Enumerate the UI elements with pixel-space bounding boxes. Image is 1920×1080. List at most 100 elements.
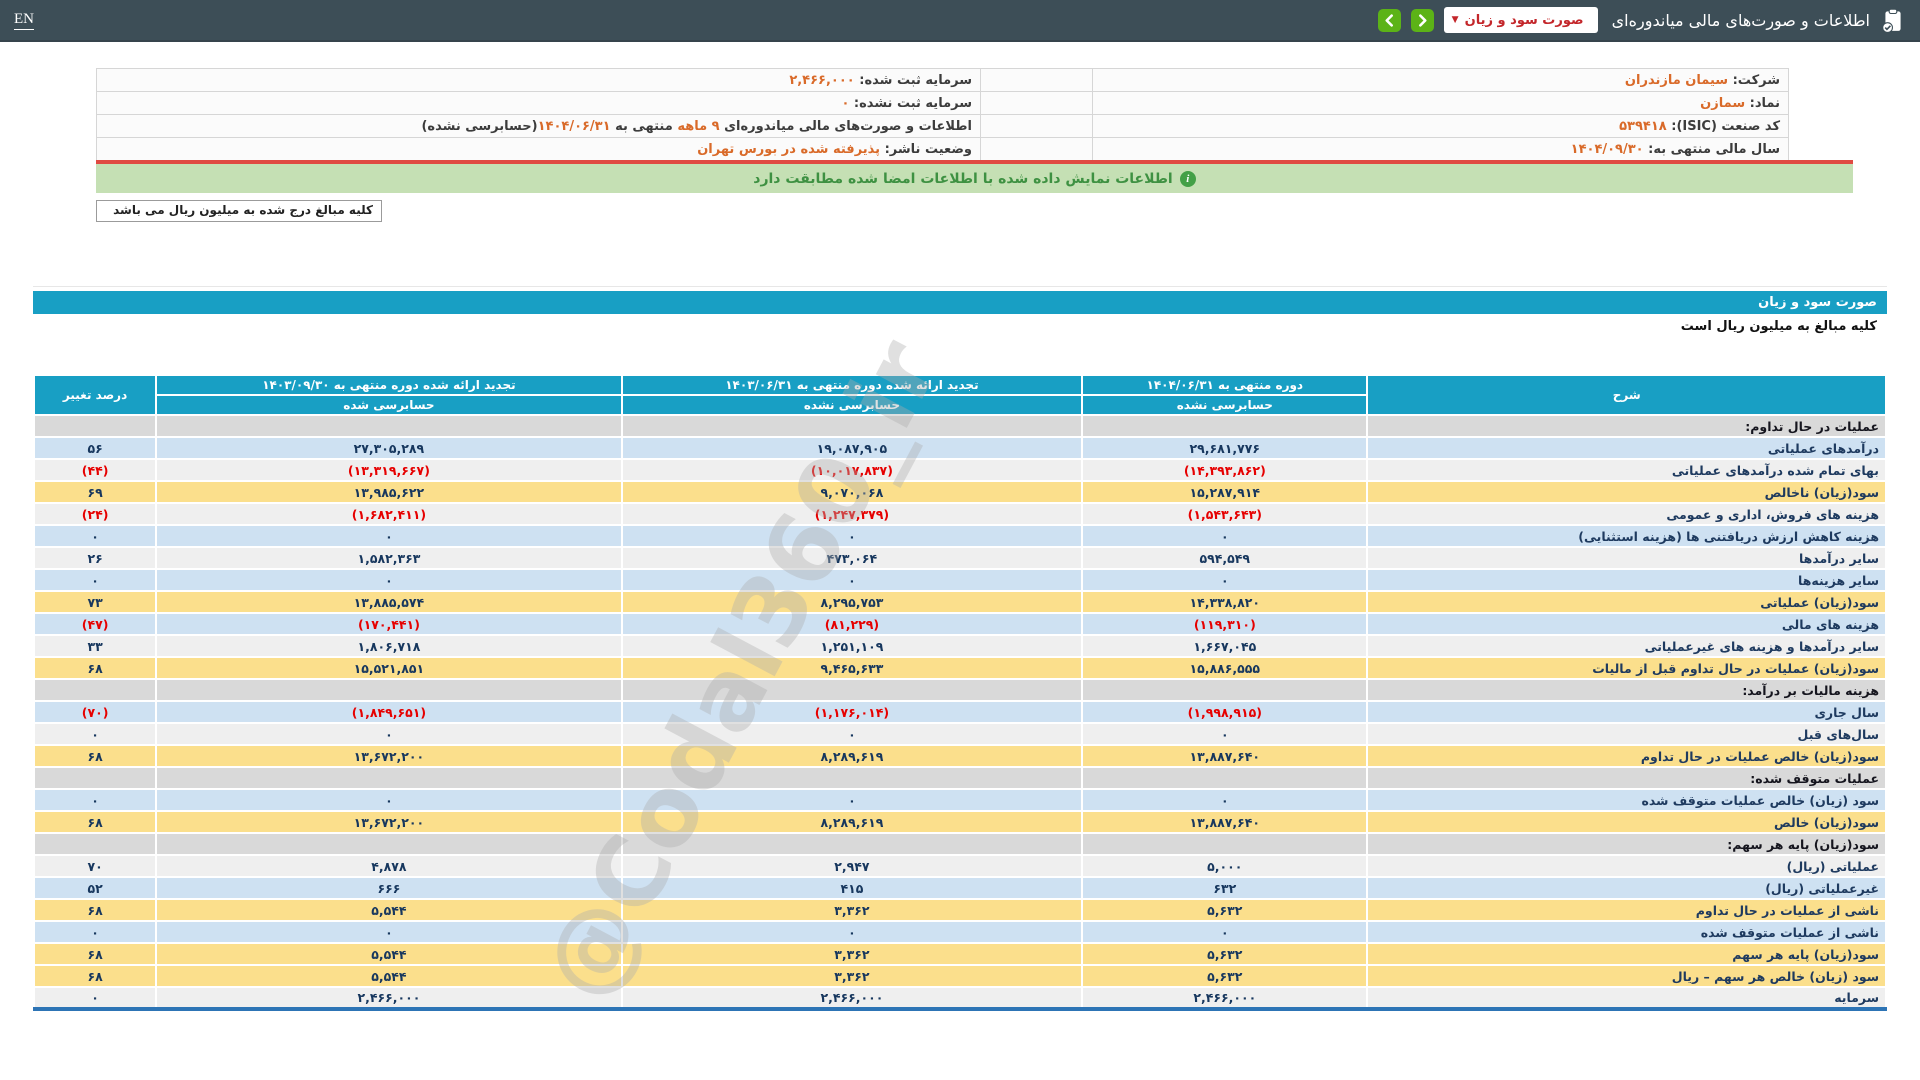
row-value: ۴۷۳,۰۶۴ bbox=[620, 546, 1084, 570]
table-row: غیرعملیاتی (ریال) ۶۳۲ ۴۱۵ ۶۶۶ ۵۲ bbox=[32, 876, 1887, 900]
row-value: ۰ bbox=[1081, 788, 1369, 812]
page: اطلاعات و صورت‌های مالی میاندوره‌ای صورت… bbox=[0, 0, 1920, 1080]
info-value: سیمان مازندران bbox=[1624, 72, 1729, 88]
row-value: ۶۸ bbox=[32, 744, 158, 768]
info-label: سرمایه ثبت نشده: bbox=[849, 95, 972, 111]
row-value: ۰ bbox=[620, 788, 1084, 812]
section-row: عملیات در حال تداوم: bbox=[32, 414, 1887, 438]
table-row: سود(زیان) خالص ۱۳,۸۸۷,۶۴۰ ۸,۲۸۹,۶۱۹ ۱۳,۶۷۲,… bbox=[32, 810, 1887, 834]
row-value: (۱,۱۷۶,۰۱۴) bbox=[620, 700, 1084, 724]
chevron-down-icon: ▼ bbox=[1451, 15, 1459, 25]
row-value: ۸,۲۹۵,۷۵۳ bbox=[620, 590, 1084, 614]
row-value: ۴۱۵ bbox=[620, 876, 1084, 900]
row-value bbox=[620, 414, 1084, 438]
row-value: ۲۶ bbox=[32, 546, 158, 570]
table-row: سود(زیان) پایه هر سهم ۵,۶۳۲ ۳,۳۶۲ ۵,۵۴۴ ۶۸ bbox=[32, 942, 1887, 966]
row-value: ۶۸ bbox=[32, 964, 158, 988]
company-info-body: شرکت: سیمان مازندران سرمایه ثبت شده: ۲,۴۶… bbox=[96, 68, 1789, 161]
row-value bbox=[155, 766, 623, 790]
row-label: بهای تمام شده درآمدهای عملیاتی bbox=[1366, 458, 1887, 482]
row-value: ۵۹۴,۵۴۹ bbox=[1081, 546, 1369, 570]
company-info-row: نماد: سمازن سرمایه ثبت نشده: ۰ bbox=[96, 91, 1789, 115]
row-value: ۳,۳۶۲ bbox=[620, 898, 1084, 922]
table-row: هزینه های مالی (۱۱۹,۳۱۰) (۸۱,۲۲۹) (۱۷۰,۴۴۱)… bbox=[32, 612, 1887, 636]
company-info-spacer bbox=[980, 137, 1093, 161]
row-value: ۵۶ bbox=[32, 436, 158, 460]
row-value: ۰ bbox=[620, 722, 1084, 746]
row-value: ۱,۲۵۱,۱۰۹ bbox=[620, 634, 1084, 658]
row-value: ۱,۸۰۶,۷۱۸ bbox=[155, 634, 623, 658]
row-label: درآمدهای عملیاتی bbox=[1366, 436, 1887, 460]
company-info-cell: شرکت: سیمان مازندران bbox=[1092, 68, 1789, 92]
company-info-cell: سال مالی منتهی به: ۱۴۰۴/۰۹/۳۰ bbox=[1092, 137, 1789, 161]
row-value: ۰ bbox=[155, 788, 623, 812]
row-value: ۶۸ bbox=[32, 656, 158, 680]
row-label: سود(زیان) خالص عملیات در حال تداوم bbox=[1366, 744, 1887, 768]
row-value: ۲,۴۶۶,۰۰۰ bbox=[620, 986, 1084, 1010]
info-value: ۱۴۰۴/۰۶/۳۱ bbox=[537, 118, 611, 134]
info-label: منتهی به bbox=[610, 118, 678, 134]
language-toggle-en[interactable]: EN bbox=[14, 11, 34, 30]
row-value: ۶۹ bbox=[32, 480, 158, 504]
row-value: ۰ bbox=[32, 524, 158, 548]
row-value: ۱۵,۲۸۷,۹۱۴ bbox=[1081, 480, 1369, 504]
info-value: ۱۴۰۴/۰۹/۳۰ bbox=[1570, 141, 1644, 157]
row-label: سال جاری bbox=[1366, 700, 1887, 724]
row-value: (۱,۸۴۹,۶۵۱) bbox=[155, 700, 623, 724]
prev-statement-button[interactable] bbox=[1377, 8, 1401, 32]
col-header-current-period: دوره منتهی به ۱۴۰۴/۰۶/۳۱ bbox=[1081, 374, 1369, 396]
row-label: سود(زیان) پایه هر سهم bbox=[1366, 942, 1887, 966]
table-row: سود(زیان) عملیات در حال تداوم قبل از مال… bbox=[32, 656, 1887, 680]
info-label: شرکت: bbox=[1728, 72, 1780, 88]
table-row: هزینه های فروش، اداری و عمومی (۱,۵۴۳,۶۴۳)… bbox=[32, 502, 1887, 526]
row-value: ۵,۵۴۴ bbox=[155, 942, 623, 966]
row-value: ۲,۹۴۷ bbox=[620, 854, 1084, 878]
table-row: سود (زیان) خالص عملیات متوقف شده ۰ ۰ ۰ ۰ bbox=[32, 788, 1887, 812]
info-value: ۲,۴۶۶,۰۰۰ bbox=[789, 72, 855, 88]
table-row: سایر درآمدها و هزینه های غیرعملیاتی ۱,۶۶۷… bbox=[32, 634, 1887, 658]
info-label: وضعیت ناشر: bbox=[880, 141, 972, 157]
row-value: ۸,۲۸۹,۶۱۹ bbox=[620, 810, 1084, 834]
row-value bbox=[1081, 678, 1369, 702]
row-label: سال‌های قبل bbox=[1366, 722, 1887, 746]
row-value: ۱۳,۶۷۲,۲۰۰ bbox=[155, 744, 623, 768]
row-value: ۱۳,۸۸۷,۶۴۰ bbox=[1081, 810, 1369, 834]
row-value bbox=[32, 832, 158, 856]
row-value: ۶۸ bbox=[32, 942, 158, 966]
row-value: ۳,۳۶۲ bbox=[620, 964, 1084, 988]
row-label: سود(زیان) پایه هر سهم: bbox=[1366, 832, 1887, 856]
row-label: هزینه کاهش ارزش دریافتنی ها (هزینه استثن… bbox=[1366, 524, 1887, 548]
row-value: ۵,۵۴۴ bbox=[155, 964, 623, 988]
row-label: سایر درآمدها و هزینه های غیرعملیاتی bbox=[1366, 634, 1887, 658]
row-value: ۳۳ bbox=[32, 634, 158, 658]
section-row: هزینه مالیات بر درآمد: bbox=[32, 678, 1887, 702]
row-value: ۲,۴۶۶,۰۰۰ bbox=[155, 986, 623, 1010]
info-label: سال مالی منتهی به: bbox=[1643, 141, 1780, 157]
row-value: (۴۷) bbox=[32, 612, 158, 636]
row-value: ۱۳,۸۸۷,۶۴۰ bbox=[1081, 744, 1369, 768]
company-info-spacer bbox=[980, 91, 1093, 115]
row-label: سود (زیان) خالص عملیات متوقف شده bbox=[1366, 788, 1887, 812]
statement-title-bar: صورت سود و زیان bbox=[33, 291, 1887, 314]
statement-table-header: شرح دوره منتهی به ۱۴۰۴/۰۶/۳۱ تجدید ارائه… bbox=[32, 374, 1887, 416]
table-row: عملیاتی (ریال) ۵,۰۰۰ ۲,۹۴۷ ۴,۸۷۸ ۷۰ bbox=[32, 854, 1887, 878]
company-info-spacer bbox=[980, 114, 1093, 138]
next-statement-button[interactable] bbox=[1410, 8, 1434, 32]
row-value: ۹,۴۶۵,۶۳۳ bbox=[620, 656, 1084, 680]
row-value: (۸۱,۲۲۹) bbox=[620, 612, 1084, 636]
statement-table-body: عملیات در حال تداوم: درآمدهای عملیاتی ۲۹,۶… bbox=[32, 414, 1887, 1010]
row-value bbox=[1081, 414, 1369, 438]
table-row: سرمایه ۲,۴۶۶,۰۰۰ ۲,۴۶۶,۰۰۰ ۲,۴۶۶,۰۰۰ ۰ bbox=[32, 986, 1887, 1010]
company-info-cell: اطلاعات و صورت‌های مالی میاندوره‌ای ۹ ما… bbox=[96, 114, 981, 138]
row-value: ۵,۶۳۲ bbox=[1081, 898, 1369, 922]
chevron-left-icon bbox=[1385, 13, 1393, 27]
table-row: درآمدهای عملیاتی ۲۹,۶۸۱,۷۷۶ ۱۹,۰۸۷,۹۰۵ ۲۷,۳… bbox=[32, 436, 1887, 460]
statement-type-dropdown[interactable]: صورت سود و زیان ▼ bbox=[1443, 7, 1598, 33]
row-value bbox=[1081, 766, 1369, 790]
row-value: ۲۷,۳۰۵,۲۸۹ bbox=[155, 436, 623, 460]
row-value: (۲۴) bbox=[32, 502, 158, 526]
row-value: ۹,۰۷۰,۰۶۸ bbox=[620, 480, 1084, 504]
company-info-cell: نماد: سمازن bbox=[1092, 91, 1789, 115]
row-value bbox=[155, 678, 623, 702]
table-row: هزینه کاهش ارزش دریافتنی ها (هزینه استثن… bbox=[32, 524, 1887, 548]
